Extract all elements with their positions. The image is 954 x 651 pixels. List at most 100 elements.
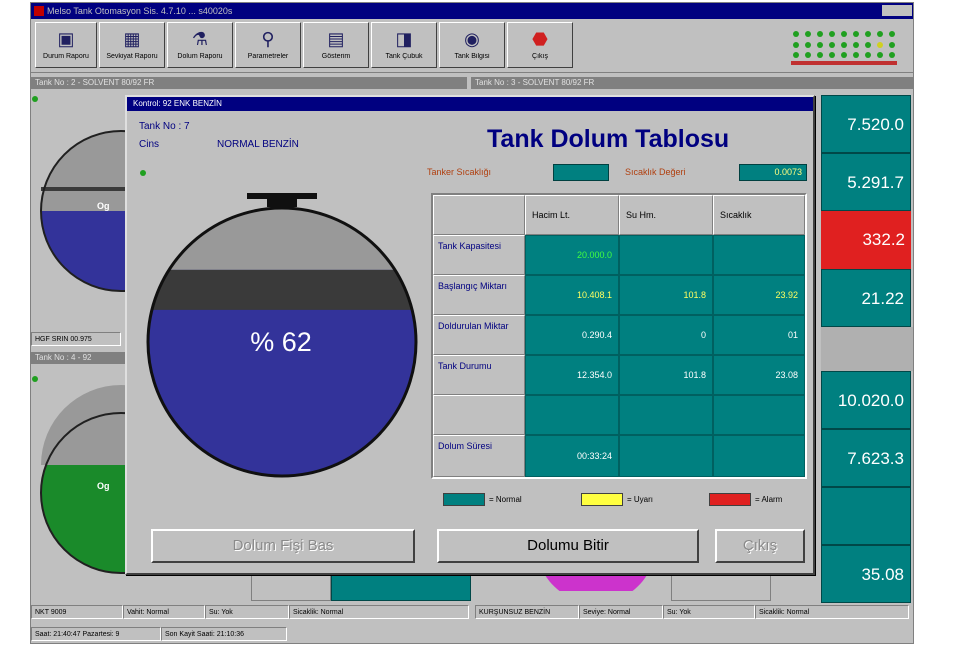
bg-field	[671, 575, 771, 601]
table-cell: 01	[713, 315, 805, 355]
toolbar-button-cikis[interactable]: ⬣ Çıkış	[507, 22, 573, 68]
legend-alarm-label: = Alarm	[755, 495, 783, 504]
table-cell	[713, 235, 805, 275]
status-led	[877, 31, 883, 37]
table-row-label: Tank Durumu	[433, 355, 525, 395]
bg-value-6: 7.623.3	[821, 429, 911, 487]
app-icon[interactable]	[34, 6, 44, 16]
status-led	[805, 31, 811, 37]
toolbar-button-label: Parametreler	[247, 53, 289, 60]
status-cell: KURŞUNSUZ BENZİN	[475, 605, 579, 619]
stop-icon: ⬣	[532, 29, 548, 49]
bg-gauge-1-gas	[41, 131, 131, 211]
table-header: Sıcaklık	[713, 195, 805, 235]
bg-gauge-2-label: Og	[97, 481, 110, 491]
status-led	[140, 170, 146, 176]
status-led	[817, 31, 823, 37]
status-cell: NKT 9009	[31, 605, 123, 619]
panel-title-left: Tank No : 2 - SOLVENT 80/92 FR	[31, 77, 467, 89]
legend-normal-label: = Normal	[489, 495, 522, 504]
status-cell: Sicaklik: Normal	[289, 605, 469, 619]
status-cell: Seviye: Normal	[579, 605, 663, 619]
status-led	[865, 52, 871, 58]
legend-normal-swatch	[443, 493, 485, 506]
table-cell: 0.290.4	[525, 315, 619, 355]
status-led	[32, 376, 38, 382]
gauge-level-band	[151, 269, 413, 310]
table-header: Hacim Lt.	[525, 195, 619, 235]
window-controls[interactable]	[882, 5, 912, 16]
tanker-temp-field[interactable]	[553, 164, 609, 181]
table-cell: 23.92	[713, 275, 805, 315]
status-led	[793, 42, 799, 48]
floppy-disk-icon: ◨	[395, 29, 413, 49]
legend-warning-swatch	[581, 493, 623, 506]
bg-value-2: 5.291.7	[821, 153, 911, 211]
gauge-neck	[267, 199, 297, 207]
bg-value-3-alarm: 332.2	[821, 211, 911, 269]
table-cell: 12.354.0	[525, 355, 619, 395]
calendar-icon: ▦	[123, 29, 141, 49]
status-led	[889, 52, 895, 58]
status-led	[32, 96, 38, 102]
toolbar: ▣ Durum Raporu ▦ Sevkiyat Raporu ⚗ Dolum…	[31, 19, 913, 73]
status-cell: Su: Yok	[663, 605, 755, 619]
bg-gauge-1-label: Og	[97, 201, 110, 211]
status-led	[865, 42, 871, 48]
finish-filling-button[interactable]: Dolumu Bitir	[437, 529, 699, 563]
layout-icon: ▤	[327, 29, 345, 49]
application-window: Melso Tank Otomasyon Sis. 4.7.10 ... s40…	[30, 2, 914, 644]
status-led	[841, 42, 847, 48]
table-cell	[713, 435, 805, 477]
table-cell: 23.08	[713, 355, 805, 395]
panel-title-right: Tank No : 3 - SOLVENT 80/92 FR	[471, 77, 913, 89]
toolbar-button-sevkiyat-raporu[interactable]: ▦ Sevkiyat Raporu	[99, 22, 165, 68]
table-row-label: Doldurulan Miktar	[433, 315, 525, 355]
print-receipt-button[interactable]: Dolum Fişi Bas	[151, 529, 415, 563]
tanker-temp-label: Tanker Sıcaklığı	[427, 167, 492, 177]
status-led	[841, 52, 847, 58]
temp-value-field[interactable]: 0.0073	[739, 164, 807, 181]
status-cell: Sicaklik: Normal	[755, 605, 909, 619]
status-led	[889, 31, 895, 37]
bg-field-teal	[331, 575, 471, 601]
legend-alarm-swatch	[709, 493, 751, 506]
status-led	[889, 42, 895, 48]
exit-button[interactable]: Çıkış	[715, 529, 805, 563]
bottle-icon: ⚗	[191, 29, 209, 49]
footer-last-record: Son Kayit Saati: 21:10:36	[161, 627, 287, 641]
toolbar-button-tank-cubuk[interactable]: ◨ Tank Çubuk	[371, 22, 437, 68]
gauge-gas	[169, 207, 395, 270]
tank-report-icon: ▣	[57, 29, 75, 49]
table-cell: 00:33:24	[525, 435, 619, 477]
toolbar-button-dolum-raporu[interactable]: ⚗ Dolum Raporu	[167, 22, 233, 68]
table-cell: 20.000.0	[525, 235, 619, 275]
tank-number-label: Tank No : 7	[139, 121, 190, 132]
bg-value-7: 35.08	[821, 545, 911, 603]
status-led	[853, 42, 859, 48]
toolbar-button-gosterim[interactable]: ▤ Gösterim	[303, 22, 369, 68]
legend-warning-label: = Uyarı	[627, 495, 654, 504]
alarm-bar	[791, 61, 897, 65]
table-cell	[525, 395, 619, 435]
toolbar-button-label: Gösterim	[321, 53, 351, 60]
bg-scroll-area	[821, 327, 913, 371]
toolbar-button-parametreler[interactable]: ⚲ Parametreler	[235, 22, 301, 68]
status-led	[793, 31, 799, 37]
table-cell	[619, 235, 713, 275]
status-led	[805, 42, 811, 48]
status-led	[817, 42, 823, 48]
status-led	[829, 42, 835, 48]
window-title: Melso Tank Otomasyon Sis. 4.7.10 ... s40…	[47, 6, 233, 16]
toolbar-button-durum-raporu[interactable]: ▣ Durum Raporu	[35, 22, 97, 68]
table-corner	[433, 195, 525, 235]
alarm-led-panel	[787, 25, 907, 69]
toolbar-button-tank-bilgisi[interactable]: ◉ Tank Bilgisi	[439, 22, 505, 68]
bg-gauge-1-band	[41, 187, 131, 191]
table-cell	[619, 395, 713, 435]
status-led	[877, 52, 883, 58]
panel-title-left-2: Tank No : 4 - 92	[31, 352, 125, 364]
status-led	[853, 52, 859, 58]
status-led	[877, 42, 883, 48]
toolbar-button-label: Dolum Raporu	[177, 53, 223, 60]
